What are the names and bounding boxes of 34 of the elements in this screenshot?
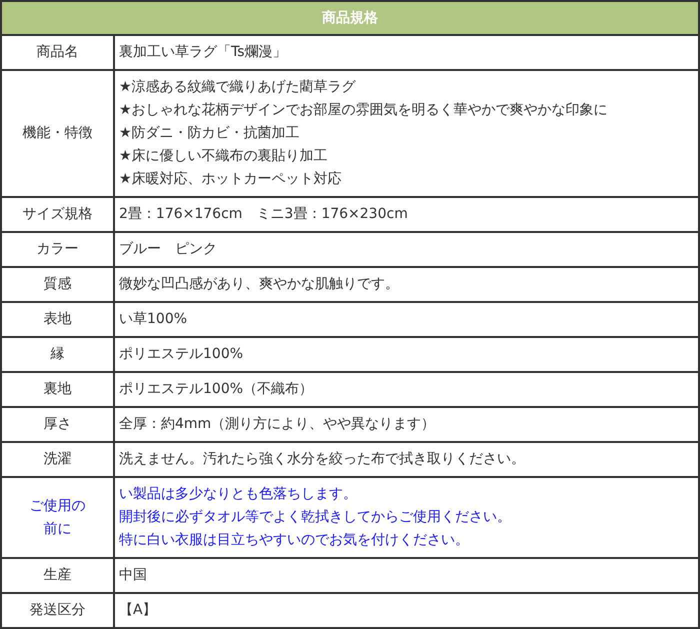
row-label: 生産 [42, 566, 72, 585]
row-label: 前に [42, 520, 72, 538]
row-value: 2畳：176×176cm ミニ3畳：176×230cm [119, 205, 409, 224]
table-title: 商品規格 [1, 1, 699, 35]
row-label: 質感 [42, 275, 72, 294]
row-value: ポリエステル100%（不織布） [119, 380, 314, 399]
row-value: ★床に優しい不織布の裏貼り加工 [119, 147, 329, 166]
row-value: い製品は多少なりとも色落ちします。 [119, 485, 358, 504]
row-label: 裏地 [42, 380, 72, 399]
row-value: ★涼感ある紋織で織りあげた藺草ラグ [119, 78, 357, 97]
row-label: 洗濯 [42, 450, 72, 469]
row-value: 【A】 [119, 601, 158, 620]
row-value: 中国 [119, 566, 148, 585]
row-value: 開封後に必ずタオル等でよく乾拭きしてからご使用ください。 [119, 508, 512, 527]
row-label: ご使用の [28, 496, 86, 516]
row-value: 特に白い衣服は目立ちやすいのでお気を付けください。 [119, 531, 470, 550]
row-value: ★おしゃれな花柄デザインでお部屋の雰囲気を明るく華やかで爽やかな印象に [119, 101, 609, 120]
row-label: カラー [36, 240, 80, 259]
row-value: 裏加工い草ラグ「Ts爛漫」 [119, 43, 288, 62]
row-value: ポリエステル100% [119, 345, 244, 364]
row-value: ★床暖対応、ホットカーペット対応 [119, 170, 343, 189]
row-label: 機能・特徴 [22, 124, 94, 143]
row-value: ★防ダニ・防カビ・抗菌加工 [119, 124, 301, 143]
row-label: 縁 [50, 345, 66, 364]
row-label: 商品名 [36, 43, 80, 62]
row-label: 厚さ [42, 415, 72, 434]
row-value: 全厚：約4mm（測り方により、やや異なります） [119, 415, 436, 434]
row-label: サイズ規格 [22, 205, 94, 224]
row-label: 発送区分 [28, 601, 86, 620]
row-value: い草100% [119, 310, 188, 329]
row-value: ブルー ピンク [119, 240, 218, 259]
row-value: 洗えません。汚れたら強く水分を絞った布で拭き取りください。 [119, 450, 526, 469]
row-label: 表地 [42, 310, 72, 329]
row-value: 微妙な凹凸感があり、爽やかな肌触りです。 [119, 275, 400, 294]
